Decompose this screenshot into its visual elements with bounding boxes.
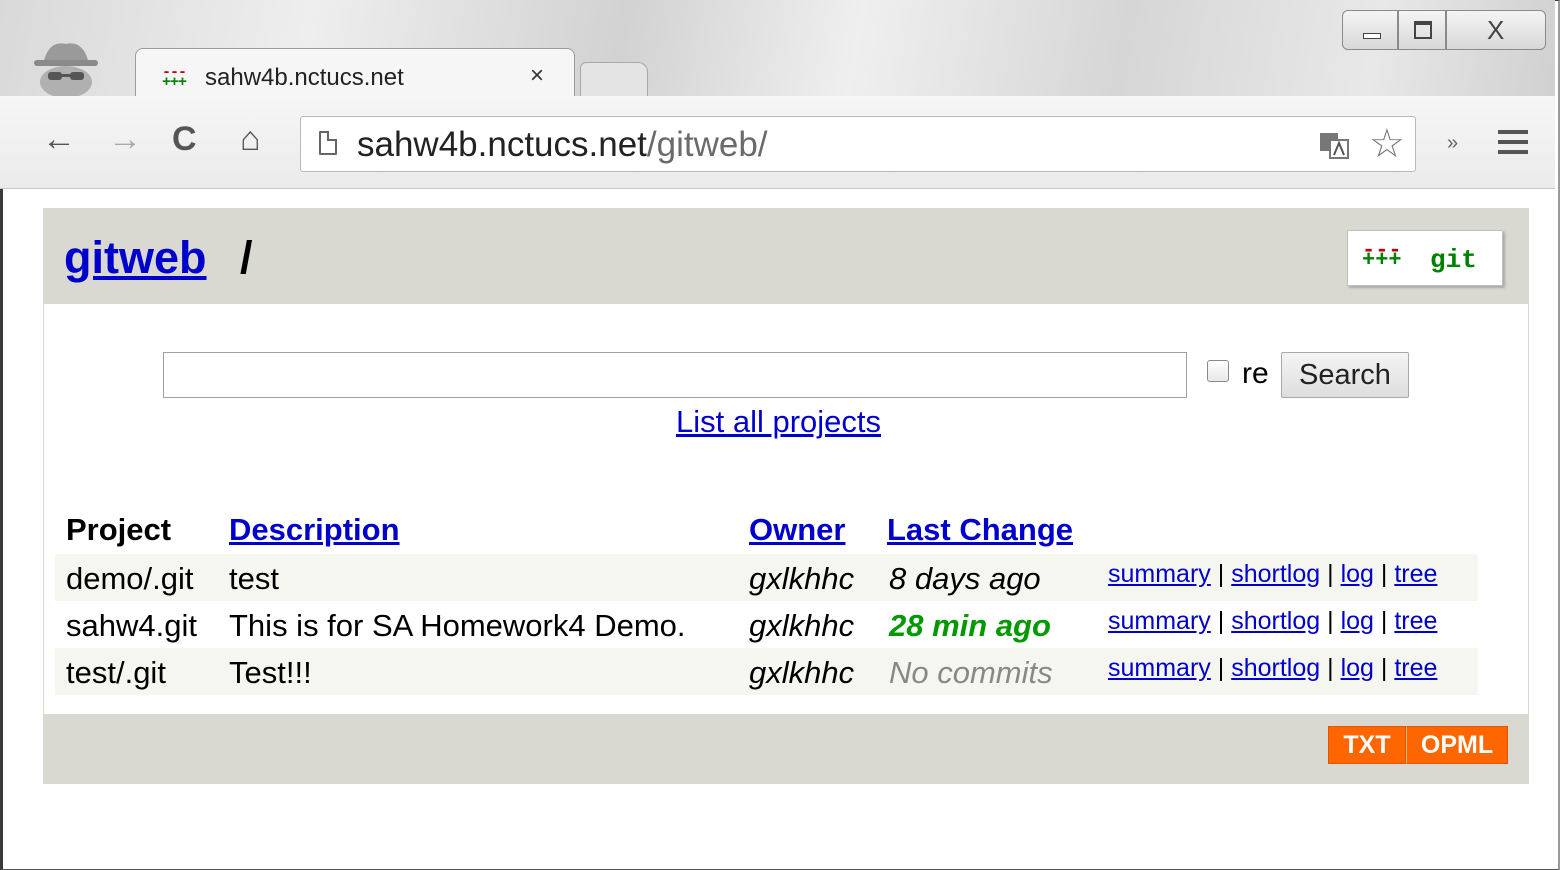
tab-close-icon[interactable]: × xyxy=(530,62,544,90)
project-description[interactable]: Test!!! xyxy=(229,655,312,691)
project-owner: gxlkhhc xyxy=(749,561,855,596)
project-links: summary | shortlog | log | tree xyxy=(1108,654,1438,682)
column-header-owner[interactable]: Owner xyxy=(749,512,845,548)
column-header-description[interactable]: Description xyxy=(229,512,400,548)
incognito-icon xyxy=(34,43,98,98)
tree-link[interactable]: tree xyxy=(1394,607,1437,635)
txt-feed-button[interactable]: TXT xyxy=(1328,726,1406,764)
url-host: sahw4b.nctucs.net xyxy=(357,125,647,164)
forward-arrow-icon[interactable]: → xyxy=(108,120,142,159)
window-close-button[interactable]: X xyxy=(1446,10,1546,50)
shortlog-link[interactable]: shortlog xyxy=(1231,654,1320,682)
tab-title: sahw4b.nctucs.net xyxy=(205,64,404,91)
hamburger-menu-icon[interactable] xyxy=(1498,130,1528,158)
page-footer xyxy=(43,714,1529,784)
back-arrow-icon[interactable]: ← xyxy=(42,120,76,159)
git-logo[interactable]: ---+++ git xyxy=(1347,230,1503,286)
home-icon[interactable]: ⌂ xyxy=(240,120,261,159)
shortlog-link[interactable]: shortlog xyxy=(1231,560,1320,588)
log-link[interactable]: log xyxy=(1341,560,1374,588)
column-header-project: Project xyxy=(66,512,172,547)
tree-link[interactable]: tree xyxy=(1394,654,1437,682)
log-link[interactable]: log xyxy=(1341,607,1374,635)
extensions-overflow-icon[interactable]: » xyxy=(1447,132,1458,155)
last-change: 28 min ago xyxy=(889,608,1051,643)
column-header-last-change[interactable]: Last Change xyxy=(887,512,1073,548)
window-controls: X xyxy=(1342,10,1550,52)
opml-feed-button[interactable]: OPML xyxy=(1406,726,1508,764)
log-link[interactable]: log xyxy=(1341,654,1374,682)
close-icon: X xyxy=(1487,15,1505,45)
tree-link[interactable]: tree xyxy=(1394,560,1437,588)
project-owner: gxlkhhc xyxy=(749,655,855,690)
page-header xyxy=(43,208,1529,304)
shortlog-link[interactable]: shortlog xyxy=(1231,607,1320,635)
breadcrumb-separator: / xyxy=(240,232,253,283)
url-text: sahw4b.nctucs.net/gitweb/ xyxy=(357,125,768,165)
regex-label: re xyxy=(1242,357,1269,390)
project-description[interactable]: test xyxy=(229,561,279,597)
git-logo-text: git xyxy=(1430,245,1477,275)
translate-icon[interactable] xyxy=(1319,131,1349,159)
list-all-projects-link[interactable]: List all projects xyxy=(676,404,881,440)
project-links: summary | shortlog | log | tree xyxy=(1108,607,1438,635)
reload-icon[interactable]: C xyxy=(172,120,197,159)
search-button[interactable]: Search xyxy=(1281,352,1409,398)
summary-link[interactable]: summary xyxy=(1108,560,1211,588)
last-change: 8 days ago xyxy=(889,561,1041,596)
gitweb-favicon-icon: --- +++ xyxy=(162,69,187,91)
bookmark-star-icon[interactable]: ☆ xyxy=(1369,121,1405,167)
project-owner: gxlkhhc xyxy=(749,608,855,643)
search-input[interactable] xyxy=(163,352,1187,398)
new-tab-button[interactable] xyxy=(580,62,648,97)
project-name[interactable]: sahw4.git xyxy=(66,608,197,644)
home-link[interactable]: gitweb xyxy=(64,232,207,284)
project-name[interactable]: test/.git xyxy=(66,655,166,691)
maximize-button[interactable] xyxy=(1398,10,1446,50)
regex-checkbox[interactable] xyxy=(1207,360,1229,382)
url-path: /gitweb/ xyxy=(646,125,768,164)
project-links: summary | shortlog | log | tree xyxy=(1108,560,1438,588)
minimize-button[interactable] xyxy=(1342,10,1398,50)
project-description[interactable]: This is for SA Homework4 Demo. xyxy=(229,608,686,644)
summary-link[interactable]: summary xyxy=(1108,607,1211,635)
summary-link[interactable]: summary xyxy=(1108,654,1211,682)
project-name[interactable]: demo/.git xyxy=(66,561,194,597)
last-change: No commits xyxy=(889,655,1053,690)
page-icon xyxy=(319,131,337,155)
address-bar[interactable]: sahw4b.nctucs.net/gitweb/ ☆ xyxy=(300,116,1416,172)
git-logo-icon: ---+++ xyxy=(1362,245,1402,273)
